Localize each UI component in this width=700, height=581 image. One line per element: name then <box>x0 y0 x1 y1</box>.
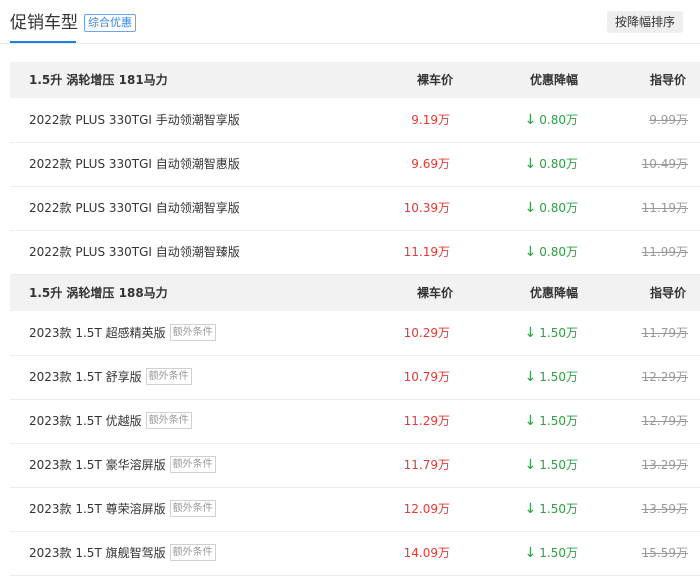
table-row[interactable]: 2022款 PLUS 330TGI 自动领潮智惠版 9.69万 ↓ 0.80万 1… <box>10 142 700 187</box>
discount-amount: ↓ 1.50万 <box>524 413 578 429</box>
discount-amount: ↓ 0.80万 <box>524 244 578 260</box>
table-row[interactable]: 2023款 1.5T 超感精英版 额外条件 10.29万 ↓ 1.50万 11.79… <box>10 311 700 356</box>
trim-name[interactable]: 2022款 PLUS 330TGI 手动领潮智享版 <box>29 98 240 142</box>
guide-price: 13.29万 <box>641 458 688 472</box>
extra-conditions-badge[interactable]: 额外条件 <box>145 368 192 385</box>
column-header-price: 裸车价 <box>416 286 453 300</box>
column-header-guide-price: 指导价 <box>649 286 686 300</box>
group-header: 1.5升 涡轮增压 188马力 裸车价 优惠降幅 指导价 <box>10 275 700 311</box>
guide-price: 11.79万 <box>641 326 688 340</box>
group-header: 1.5升 涡轮增压 181马力 裸车价 优惠降幅 指导价 <box>10 62 700 98</box>
group-title: 1.5升 涡轮增压 188马力 <box>29 286 168 300</box>
down-arrow-icon: ↓ <box>524 244 537 260</box>
table-row[interactable]: 2022款 PLUS 330TGI 自动领潮智臻版 11.19万 ↓ 0.80万 … <box>10 230 700 275</box>
extra-conditions-badge[interactable]: 额外条件 <box>169 324 216 341</box>
down-arrow-icon: ↓ <box>524 325 537 341</box>
trim-name[interactable]: 2022款 PLUS 330TGI 自动领潮智惠版 <box>29 142 240 186</box>
trim-name[interactable]: 2023款 1.5T 超感精英版 额外条件 <box>29 311 216 355</box>
extra-conditions-badge[interactable]: 额外条件 <box>169 456 216 473</box>
down-arrow-icon: ↓ <box>524 501 537 517</box>
sale-price: 11.19万 <box>403 245 450 259</box>
trim-name[interactable]: 2022款 PLUS 330TGI 自动领潮智享版 <box>29 186 240 230</box>
sale-price: 10.79万 <box>403 370 450 384</box>
discount-amount: ↓ 1.50万 <box>524 457 578 473</box>
trim-name[interactable]: 2023款 1.5T 尊荣溶屏版 额外条件 <box>29 487 216 531</box>
discount-amount: ↓ 0.80万 <box>524 156 578 172</box>
sale-price: 9.19万 <box>411 113 450 127</box>
table-row[interactable]: 2023款 1.5T 尊荣溶屏版 额外条件 12.09万 ↓ 1.50万 13.59… <box>10 487 700 532</box>
discount-amount: ↓ 1.50万 <box>524 369 578 385</box>
guide-price: 11.99万 <box>641 245 688 259</box>
extra-conditions-badge[interactable]: 额外条件 <box>169 544 216 561</box>
group-title: 1.5升 涡轮增压 181马力 <box>29 73 168 87</box>
down-arrow-icon: ↓ <box>524 369 537 385</box>
down-arrow-icon: ↓ <box>524 545 537 561</box>
sale-price: 11.29万 <box>403 414 450 428</box>
sort-by-discount-button[interactable]: 按降幅排序 <box>606 11 683 33</box>
down-arrow-icon: ↓ <box>524 413 537 429</box>
table-row[interactable]: 2023款 1.5T 优越版 额外条件 11.29万 ↓ 1.50万 12.79万 <box>10 399 700 444</box>
extra-conditions-badge[interactable]: 额外条件 <box>145 412 192 429</box>
section-title[interactable]: 促销车型 <box>10 10 78 36</box>
sale-price: 9.69万 <box>411 157 450 171</box>
trim-name[interactable]: 2022款 PLUS 330TGI 自动领潮智臻版 <box>29 230 240 274</box>
down-arrow-icon: ↓ <box>524 200 537 216</box>
table-row[interactable]: 2022款 PLUS 330TGI 手动领潮智享版 9.19万 ↓ 0.80万 9… <box>10 98 700 143</box>
guide-price: 11.19万 <box>641 201 688 215</box>
table-row[interactable]: 2022款 PLUS 330TGI 自动领潮智享版 10.39万 ↓ 0.80万 … <box>10 186 700 231</box>
guide-price: 10.49万 <box>641 157 688 171</box>
sale-price: 10.29万 <box>403 326 450 340</box>
sale-price: 10.39万 <box>403 201 450 215</box>
guide-price: 12.29万 <box>641 370 688 384</box>
column-header-guide-price: 指导价 <box>649 73 686 87</box>
column-header-discount: 优惠降幅 <box>529 73 578 87</box>
discount-amount: ↓ 1.50万 <box>524 501 578 517</box>
down-arrow-icon: ↓ <box>524 112 537 128</box>
table-row[interactable]: 2023款 1.5T 旗舰智驾版 额外条件 14.09万 ↓ 1.50万 15.59… <box>10 531 700 576</box>
guide-price: 13.59万 <box>641 502 688 516</box>
discount-amount: ↓ 1.50万 <box>524 325 578 341</box>
trim-name[interactable]: 2023款 1.5T 豪华溶屏版 额外条件 <box>29 443 216 487</box>
discount-amount: ↓ 0.80万 <box>524 112 578 128</box>
discount-amount: ↓ 1.50万 <box>524 545 578 561</box>
sale-price: 12.09万 <box>403 502 450 516</box>
trim-name[interactable]: 2023款 1.5T 舒享版 额外条件 <box>29 355 192 399</box>
guide-price: 12.79万 <box>641 414 688 428</box>
down-arrow-icon: ↓ <box>524 156 537 172</box>
discount-amount: ↓ 0.80万 <box>524 200 578 216</box>
trim-name[interactable]: 2023款 1.5T 优越版 额外条件 <box>29 399 192 443</box>
table-row[interactable]: 2023款 1.5T 舒享版 额外条件 10.79万 ↓ 1.50万 12.29万 <box>10 355 700 400</box>
sale-price: 11.79万 <box>403 458 450 472</box>
extra-conditions-badge[interactable]: 额外条件 <box>169 500 216 517</box>
section-header: 促销车型 综合优惠 按降幅排序 <box>0 0 700 44</box>
guide-price: 9.99万 <box>649 113 688 127</box>
trim-name[interactable]: 2023款 1.5T 旗舰智驾版 额外条件 <box>29 531 216 575</box>
header-divider <box>0 43 700 44</box>
column-header-price: 裸车价 <box>416 73 453 87</box>
sale-price: 14.09万 <box>403 546 450 560</box>
discount-tag: 综合优惠 <box>84 14 136 32</box>
table-row[interactable]: 2023款 1.5T 豪华溶屏版 额外条件 11.79万 ↓ 1.50万 13.29… <box>10 443 700 488</box>
column-header-discount: 优惠降幅 <box>529 286 578 300</box>
guide-price: 15.59万 <box>641 546 688 560</box>
down-arrow-icon: ↓ <box>524 457 537 473</box>
